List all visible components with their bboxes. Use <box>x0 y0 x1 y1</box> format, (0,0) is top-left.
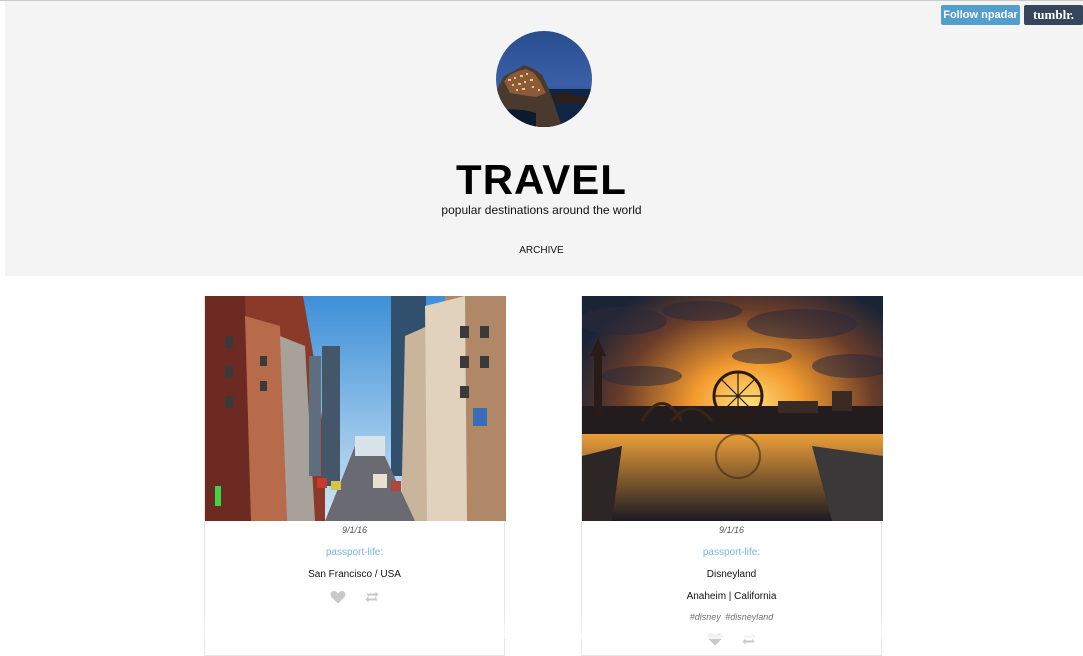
city-street-photo <box>205 296 506 521</box>
post-card: 9/1/16 passport-life: Disneyland Anaheim… <box>581 296 883 656</box>
source-suffix: : <box>757 547 761 558</box>
tag-link[interactable]: #disneyland <box>725 612 773 622</box>
post-caption-title: Disneyland <box>706 569 757 580</box>
post-photo-san-francisco[interactable] <box>205 296 506 521</box>
post-card: 9/1/16 passport-life: San Francisco / US… <box>204 296 506 656</box>
source-suffix: : <box>380 547 384 558</box>
source-link[interactable]: passport-life <box>326 547 380 558</box>
blog-avatar[interactable] <box>496 31 592 127</box>
tag-link[interactable]: #disney <box>690 612 721 622</box>
source-link[interactable]: passport-life <box>703 547 757 558</box>
post-date: 9/1/16 <box>718 525 745 535</box>
avatar-image <box>496 31 592 127</box>
post-date: 9/1/16 <box>341 525 368 535</box>
post-source: passport-life: <box>582 547 881 558</box>
tumblr-logo-button[interactable]: tumblr. <box>1024 5 1083 25</box>
heart-icon[interactable] <box>707 632 723 646</box>
post-caption: San Francisco / USA <box>308 569 401 580</box>
reblog-icon[interactable] <box>364 590 380 604</box>
bottom-fade <box>0 612 1083 639</box>
follow-button[interactable]: Follow npadar <box>941 5 1020 25</box>
blog-description: popular destinations around the world <box>441 203 642 217</box>
post-source: passport-life: <box>205 547 504 558</box>
heart-icon[interactable] <box>330 590 346 604</box>
reblog-icon[interactable] <box>741 632 757 646</box>
post-photo-disneyland[interactable] <box>582 296 883 521</box>
disneyland-photo <box>582 296 883 521</box>
archive-link[interactable]: ARCHIVE <box>519 245 563 256</box>
post-tags: #disney #disneyland <box>582 612 881 622</box>
post-caption-location: Anaheim | California <box>686 591 777 602</box>
blog-title: TRAVEL <box>456 156 627 203</box>
archive-nav: ARCHIVE <box>0 245 1083 256</box>
post-actions <box>582 632 881 646</box>
post-actions <box>205 590 504 604</box>
